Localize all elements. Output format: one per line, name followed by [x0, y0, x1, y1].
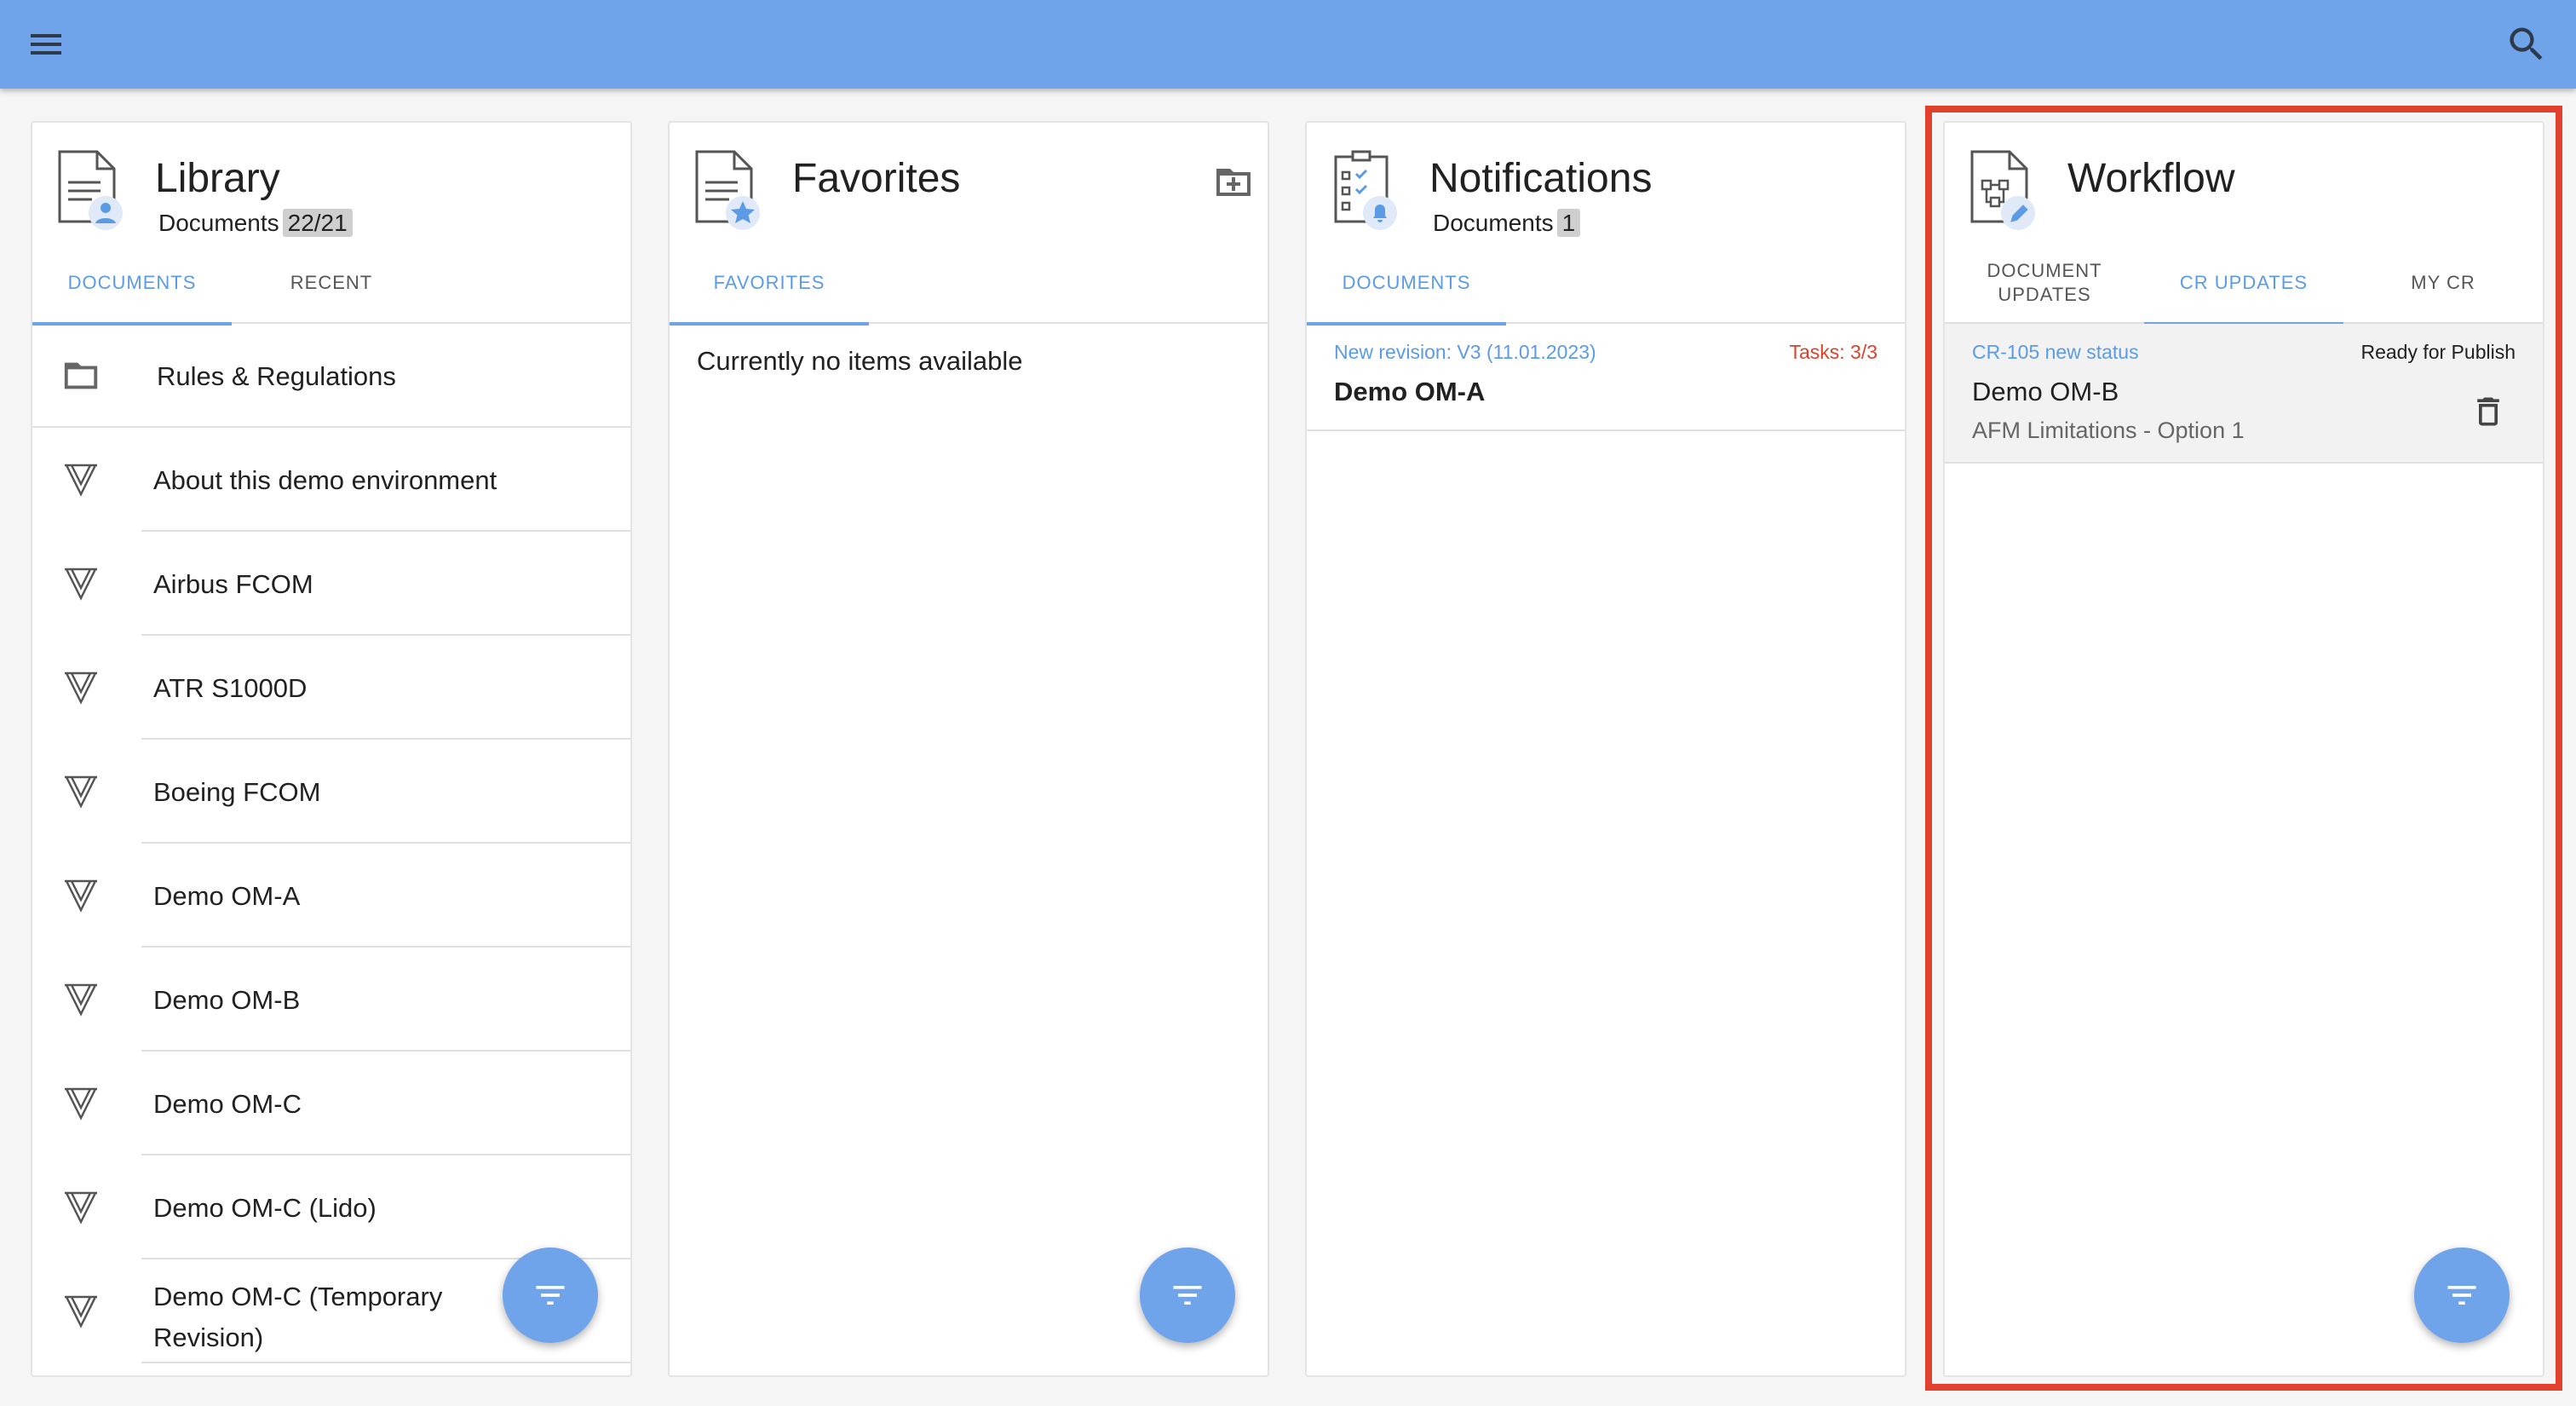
document-name: Demo OM-A: [1334, 377, 1486, 406]
tab-favorites[interactable]: FAVORITES: [670, 242, 869, 326]
list-item-demo-om-c[interactable]: Demo OM-C: [32, 1052, 630, 1155]
list-item-demo-om-a[interactable]: Demo OM-A: [32, 844, 630, 948]
manual-logo-icon: [65, 568, 97, 601]
favorites-tabs: FAVORITES: [670, 242, 1268, 326]
notifications-subtitle: Documents 1: [1433, 209, 1581, 237]
list-item-label: About this demo environment: [153, 465, 497, 495]
magnifier-search-icon: [2510, 27, 2543, 61]
manual-logo-icon: [65, 983, 97, 1017]
divider: [141, 1362, 630, 1363]
list-item-atr-s1000d[interactable]: ATR S1000D: [32, 636, 630, 740]
list-item-label: Boeing FCOM: [153, 777, 321, 807]
list-item-rules-regulations[interactable]: Rules & Regulations: [32, 324, 630, 428]
manual-logo-icon: [65, 1191, 97, 1224]
empty-state-text: Currently no items available: [697, 346, 1023, 376]
list-item-demo-om-b[interactable]: Demo OM-B: [32, 948, 630, 1052]
notifications-title: Notifications: [1429, 156, 1653, 201]
manual-logo-icon: [65, 464, 97, 497]
workflow-highlight-frame: [1925, 106, 2562, 1391]
document-user-icon: [58, 150, 123, 230]
hamburger-menu-icon: [31, 34, 61, 55]
library-card: Library Documents 22/21 DOCUMENTS RECENT …: [31, 121, 632, 1377]
notifications-count-badge: 1: [1556, 209, 1581, 237]
list-item-label: Airbus FCOM: [153, 569, 313, 599]
list-item-label: ATR S1000D: [153, 673, 308, 703]
list-item-demo-om-c-lido[interactable]: Demo OM-C (Lido): [32, 1155, 630, 1259]
tasks-count: Tasks: 3/3: [1789, 341, 1877, 363]
menu-button[interactable]: [26, 24, 66, 65]
manual-logo-icon: [65, 1087, 97, 1121]
list-item-boeing-fcom[interactable]: Boeing FCOM: [32, 740, 630, 844]
notifications-card: Notifications Documents 1 DOCUMENTS New r…: [1305, 121, 1906, 1377]
notification-item[interactable]: New revision: V3 (11.01.2023) Tasks: 3/3…: [1307, 324, 1905, 431]
new-folder-button[interactable]: [1213, 162, 1254, 203]
list-item-label: Rules & Regulations: [157, 361, 396, 391]
manual-logo-icon: [65, 671, 97, 705]
notifications-card-header: Notifications Documents 1: [1307, 123, 1905, 242]
document-star-icon: [695, 150, 760, 230]
library-subtitle: Documents 22/21: [158, 209, 353, 237]
favorites-filter-button[interactable]: [1140, 1248, 1235, 1343]
filter-icon: [2447, 1286, 2476, 1305]
library-count-badge: 22/21: [282, 209, 353, 237]
revision-info: New revision: V3 (11.01.2023): [1334, 341, 1596, 363]
favorites-card: Favorites FAVORITES Currently no items a…: [668, 121, 1269, 1377]
app-bar: [0, 0, 2576, 89]
checklist-bell-icon: [1334, 150, 1397, 230]
manual-logo-icon: [65, 879, 97, 913]
filter-icon: [1173, 1286, 1202, 1305]
list-item-label: Demo OM-A: [153, 881, 301, 911]
list-item-about-demo[interactable]: About this demo environment: [32, 428, 630, 532]
tab-documents[interactable]: DOCUMENTS: [32, 242, 232, 326]
library-card-header: Library Documents 22/21: [32, 123, 630, 242]
library-title: Library: [155, 156, 280, 201]
workflow-filter-button[interactable]: [2414, 1248, 2510, 1343]
tab-recent[interactable]: RECENT: [232, 242, 431, 324]
list-item-label: Demo OM-C: [153, 1089, 302, 1119]
folder-add-icon: [1216, 169, 1251, 196]
search-button[interactable]: [2504, 22, 2549, 66]
filter-icon: [536, 1286, 565, 1305]
list-item-label: Demo OM-B: [153, 985, 301, 1015]
library-list: Rules & Regulations About this demo envi…: [32, 324, 630, 1363]
manual-logo-icon: [65, 775, 97, 809]
folder-icon: [64, 362, 98, 389]
library-tabs: DOCUMENTS RECENT: [32, 242, 630, 326]
manual-logo-icon: [65, 1295, 97, 1328]
list-item-label: Demo OM-C (Temporary Revision): [153, 1282, 443, 1352]
favorites-card-header: Favorites: [670, 123, 1268, 242]
library-filter-button[interactable]: [503, 1248, 598, 1343]
list-item-label: Demo OM-C (Lido): [153, 1193, 377, 1223]
notifications-tabs: DOCUMENTS: [1307, 242, 1905, 326]
list-item-airbus-fcom[interactable]: Airbus FCOM: [32, 532, 630, 636]
tab-documents[interactable]: DOCUMENTS: [1307, 242, 1506, 326]
favorites-title: Favorites: [792, 156, 961, 201]
